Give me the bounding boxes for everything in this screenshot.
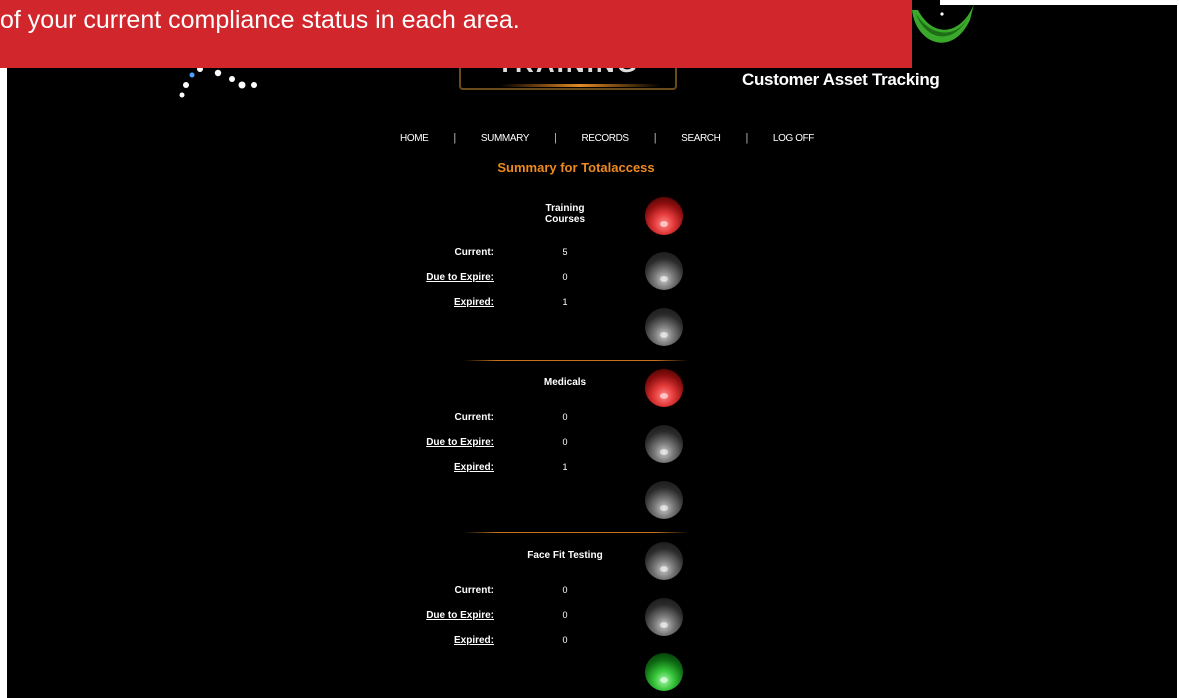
expired-value: 1 [562,297,568,307]
status-light-grey-icon [645,425,683,463]
due-to-expire-value: 0 [562,610,568,620]
nav-search[interactable]: SEARCH [681,133,721,144]
current-value: 0 [562,412,568,422]
left-frame-edge [0,0,7,698]
status-light-red-icon [645,197,683,235]
nav-records[interactable]: RECORDS [581,133,629,144]
section-divider [463,532,689,533]
due-to-expire-value: 0 [562,437,568,447]
section-title: Medicals [543,377,587,388]
due-to-expire-link[interactable]: Due to Expire: [426,610,494,621]
nav-home[interactable]: HOME [400,133,429,144]
due-to-expire-link[interactable]: Due to Expire: [426,272,494,283]
nav-separator: | [453,132,456,144]
current-value: 0 [562,585,568,595]
nav-separator: | [653,132,657,144]
expired-link[interactable]: Expired: [454,462,494,473]
due-to-expire-value: 0 [562,272,568,282]
top-frame-edge [940,0,1179,5]
customer-asset-tracking-title: Customer Asset Tracking [742,70,940,89]
current-value: 5 [562,247,568,257]
status-light-grey-icon [645,598,683,636]
caption-text: of your current compliance status in eac… [0,6,520,34]
caption-banner: of your current compliance status in eac… [0,0,912,68]
section-title: Training Courses [544,203,585,225]
expired-value: 1 [562,462,568,472]
current-label: Current: [454,585,494,596]
cat-eye-logo-icon [912,4,974,43]
due-to-expire-link[interactable]: Due to Expire: [426,437,494,448]
nav-separator: | [745,132,748,144]
nav-separator: | [554,132,557,144]
expired-value: 0 [562,635,568,645]
status-light-red-icon [645,369,683,407]
status-light-grey-icon [645,308,683,346]
expired-link[interactable]: Expired: [454,297,494,308]
page-title: Summary for Totalaccess [497,160,655,175]
training-logo-glow [500,84,660,87]
section-title: Face Fit Testing [527,550,603,561]
current-label: Current: [454,247,494,258]
current-label: Current: [454,412,494,423]
section-divider [463,360,689,361]
status-light-grey-icon [645,252,683,290]
nav-summary[interactable]: SUMMARY [481,133,530,144]
nav-log-off[interactable]: LOG OFF [773,133,814,144]
status-light-grey-icon [645,481,683,519]
status-light-grey-icon [645,542,683,580]
status-light-green-icon [645,653,683,691]
main-nav: HOME | SUMMARY | RECORDS | SEARCH | LOG … [400,131,814,145]
expired-link[interactable]: Expired: [454,635,494,646]
